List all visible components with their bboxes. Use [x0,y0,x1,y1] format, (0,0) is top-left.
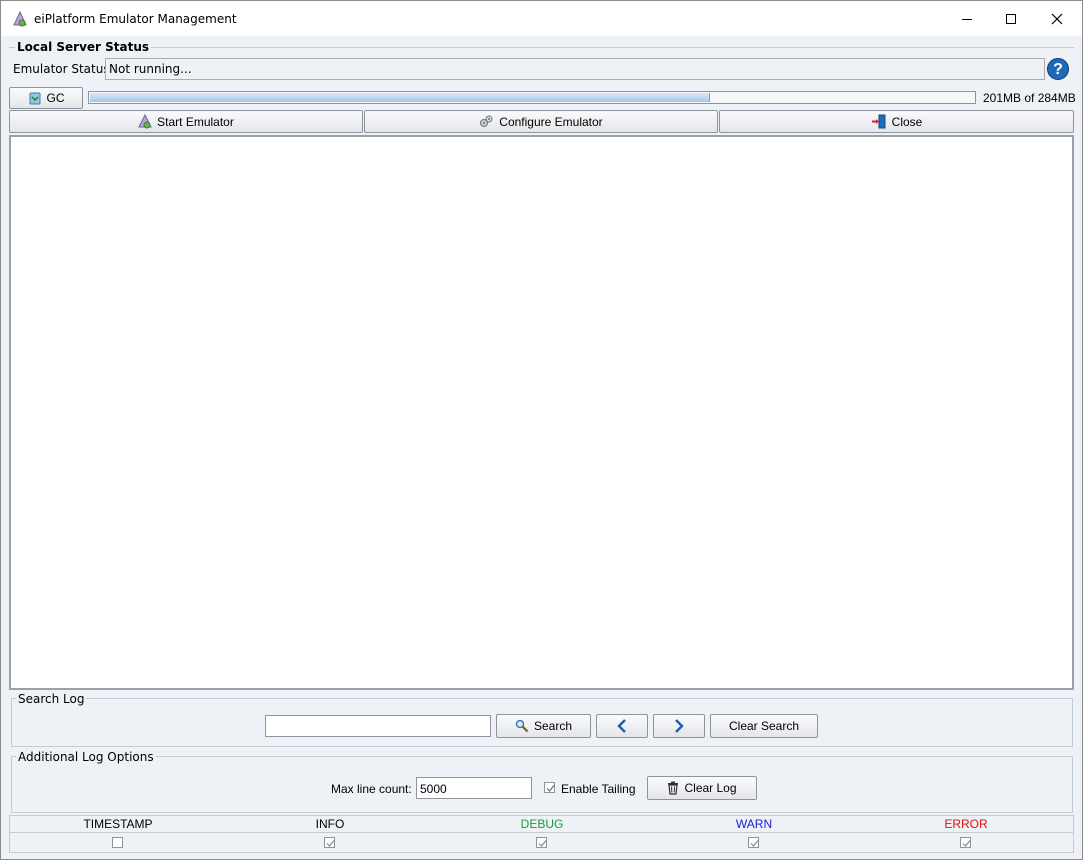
memory-progress-bar [88,91,976,104]
configure-emulator-label: Configure Emulator [499,114,603,129]
enable-tailing-label: Enable Tailing [561,782,636,796]
title-bar: eiPlatform Emulator Management [1,1,1082,36]
clear-log-button[interactable]: Clear Log [647,776,757,800]
checkmark-icon [750,840,759,847]
level-info-label: INFO [315,817,345,831]
start-emulator-button[interactable]: Start Emulator [9,110,363,133]
clear-search-button[interactable]: Clear Search [710,714,818,738]
app-logo-icon [13,10,27,27]
window-title: eiPlatform Emulator Management [34,12,237,26]
log-output-area[interactable] [9,135,1074,690]
emulator-status-value: Not running... [109,62,192,76]
max-line-count-label: Max line count: [331,782,412,796]
search-icon [515,719,529,733]
checkmark-icon [962,840,971,847]
memory-usage-text: 201MB of 284MB [983,91,1076,105]
window-close-button[interactable] [1034,1,1080,36]
emulator-status-field: Not running... [105,58,1045,80]
clear-search-label: Clear Search [728,719,800,733]
search-label: Search [533,719,573,733]
search-previous-button[interactable] [596,714,648,738]
level-warn-label: WARN [735,817,773,831]
server-status-legend: Local Server Status [15,40,152,54]
memory-progress-fill [90,93,710,102]
checkmark-icon [326,840,335,847]
log-options-legend: Additional Log Options [16,750,156,764]
chevron-left-icon [617,719,626,733]
emulator-status-label: Emulator Status: [13,62,114,76]
max-line-count-value: 5000 [420,782,447,796]
recycle-bin-icon [29,92,40,105]
gc-label: GC [46,91,65,105]
level-warn-checkbox[interactable] [748,837,759,848]
gears-icon [480,115,493,127]
search-input[interactable] [265,715,491,737]
checkmark-icon [538,840,547,847]
trash-icon [668,781,679,795]
level-timestamp-checkbox[interactable] [112,837,123,848]
maximize-icon [1006,13,1016,24]
search-button[interactable]: Search [496,714,591,738]
level-info-checkbox[interactable] [324,837,335,848]
enable-tailing-checkbox[interactable] [544,782,555,793]
level-error-checkbox[interactable] [960,837,971,848]
log-options-group [11,756,1073,813]
gc-button[interactable]: GC [9,87,83,109]
close-button[interactable]: Close [719,110,1074,133]
exit-door-icon [871,114,886,129]
maximize-button[interactable] [988,1,1034,36]
app-window: eiPlatform Emulator Management Local Ser… [0,0,1083,860]
level-debug-label: DEBUG [520,817,564,831]
search-log-legend: Search Log [16,692,87,706]
minimize-button[interactable] [944,1,990,36]
clear-log-label: Clear Log [684,781,737,795]
start-emulator-label: Start Emulator [157,114,234,129]
close-icon [1051,13,1063,24]
level-debug-checkbox[interactable] [536,837,547,848]
level-timestamp-label: TIMESTAMP [83,817,153,831]
max-line-count-input[interactable]: 5000 [416,777,532,799]
chevron-right-icon [675,719,684,733]
level-error-label: ERROR [944,817,988,831]
emulator-icon [138,114,152,129]
minimize-icon [962,18,972,20]
checkmark-icon [546,785,555,792]
close-label: Close [891,114,923,129]
help-icon[interactable]: ? [1047,58,1069,80]
configure-emulator-button[interactable]: Configure Emulator [364,110,718,133]
search-next-button[interactable] [653,714,705,738]
